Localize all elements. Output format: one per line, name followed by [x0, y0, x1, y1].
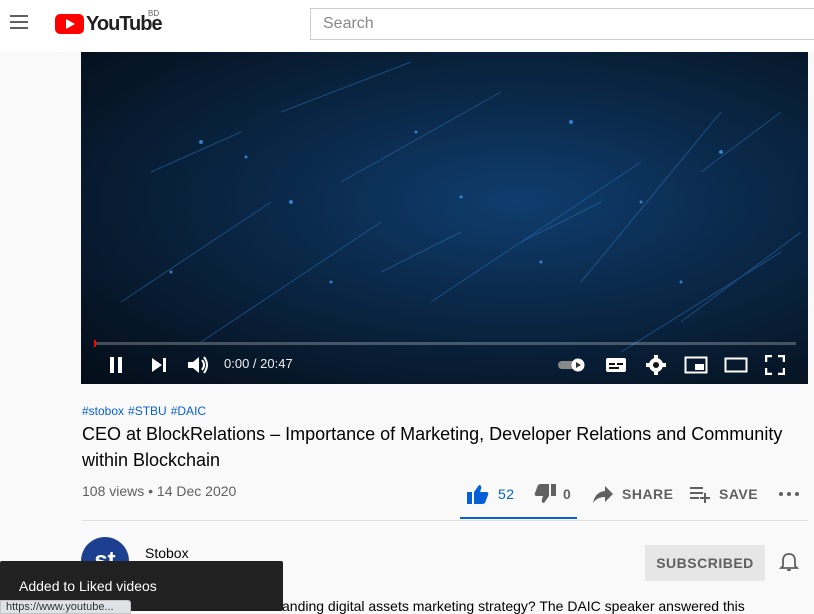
search-input[interactable]: Search	[310, 8, 814, 40]
miniplayer-button[interactable]	[683, 352, 709, 378]
autoplay-toggle[interactable]	[556, 352, 588, 378]
pause-button[interactable]	[105, 352, 127, 378]
youtube-logo[interactable]: YouTube	[55, 13, 163, 35]
toast-message: Added to Liked videos	[19, 578, 157, 594]
save-button[interactable]: SAVE	[689, 480, 758, 508]
subtitles-button[interactable]	[604, 352, 628, 378]
fullscreen-button[interactable]	[763, 352, 787, 378]
hashtags: #stobox #STBU #DAIC	[82, 404, 206, 418]
video-title: CEO at BlockRelations – Importance of Ma…	[82, 424, 783, 470]
share-label: SHARE	[622, 486, 674, 502]
playlist-add-icon	[690, 487, 710, 503]
theater-icon	[724, 357, 748, 373]
share-icon	[593, 486, 613, 503]
progress-bar[interactable]	[94, 340, 796, 347]
search-placeholder: Search	[323, 15, 374, 32]
next-icon	[152, 358, 166, 372]
menu-icon[interactable]	[6, 10, 32, 36]
video-meta: 108 views • 14 Dec 2020	[82, 483, 237, 499]
hashtag-link[interactable]: #DAIC	[171, 404, 206, 418]
like-button[interactable]: 52	[466, 480, 515, 508]
save-label: SAVE	[719, 486, 759, 502]
pause-icon	[110, 357, 122, 373]
sentiment-bar	[460, 517, 577, 519]
subscribe-button[interactable]: SUBSCRIBED	[645, 545, 765, 581]
status-url: https://www.youtube...	[0, 600, 131, 614]
channel-name[interactable]: Stobox	[145, 545, 189, 561]
dislike-button[interactable]: 0	[533, 480, 571, 508]
fullscreen-icon	[765, 355, 785, 375]
dislike-count: 0	[563, 486, 572, 502]
share-button[interactable]: SHARE	[592, 480, 674, 508]
autoplay-icon	[558, 358, 585, 372]
more-actions-button[interactable]	[778, 480, 800, 508]
youtube-play-icon	[55, 14, 84, 34]
settings-button[interactable]	[644, 352, 668, 378]
thumbs-up-icon	[467, 485, 489, 504]
masthead: YouTube BD Search	[0, 0, 814, 52]
description-snippet: anding digital assets marketing strategy…	[282, 598, 745, 614]
like-count: 52	[498, 486, 515, 502]
volume-button[interactable]	[185, 352, 211, 378]
miniplayer-icon	[684, 356, 708, 374]
theater-mode-button[interactable]	[723, 352, 749, 378]
video-frame	[120, 61, 802, 353]
volume-icon	[188, 356, 208, 374]
region-code: BD	[148, 9, 160, 18]
video-player[interactable]: 0:00 / 20:47	[81, 52, 808, 384]
divider	[82, 520, 808, 521]
bell-icon[interactable]	[778, 551, 800, 573]
thumbs-down-icon	[534, 484, 556, 503]
subtitles-icon	[606, 358, 626, 372]
notification-bell-icon	[778, 553, 800, 571]
time-display: 0:00 / 20:47	[224, 356, 293, 371]
next-button[interactable]	[147, 352, 171, 378]
hashtag-link[interactable]: #stobox	[82, 404, 124, 418]
gear-icon	[646, 355, 666, 375]
hashtag-link[interactable]: #STBU	[128, 404, 167, 418]
more-icon	[779, 492, 799, 496]
progress-scrubber[interactable]	[94, 340, 96, 347]
